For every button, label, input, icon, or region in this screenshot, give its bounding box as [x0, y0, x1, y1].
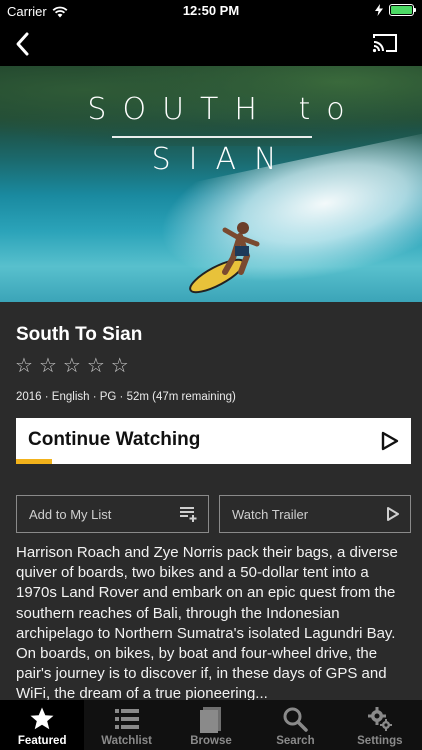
hero-title-line1: SOUTH to — [87, 92, 361, 127]
cast-button[interactable] — [372, 32, 398, 54]
add-to-list-label: Add to My List — [29, 507, 112, 522]
star-icon[interactable]: ☆ — [87, 356, 105, 376]
playback-progress — [16, 459, 411, 464]
tab-settings[interactable]: Settings — [338, 700, 422, 750]
charging-icon — [375, 4, 383, 16]
add-to-list-icon — [180, 507, 197, 522]
chevron-left-icon — [16, 32, 29, 56]
continue-watching-label: Continue Watching — [28, 429, 201, 450]
movie-description: Harrison Roach and Zye Norris pack their… — [16, 544, 398, 700]
hero-artwork: SOUTH to SIAN — [0, 66, 422, 302]
movie-details: South To Sian ☆ ☆ ☆ ☆ ☆ 2016 · English ·… — [0, 302, 422, 700]
tab-label: Search — [276, 735, 315, 747]
tab-bar: Featured Watchlist Browse Search Setting… — [0, 700, 422, 750]
gear-icon — [367, 707, 392, 731]
status-time: 12:50 PM — [182, 3, 240, 18]
star-rating[interactable]: ☆ ☆ ☆ ☆ ☆ — [15, 356, 129, 376]
search-icon — [283, 707, 309, 732]
play-icon — [387, 507, 399, 521]
continue-watching-button[interactable]: Continue Watching — [16, 418, 411, 464]
cast-icon — [372, 34, 397, 53]
list-icon — [114, 709, 139, 729]
star-icon[interactable]: ☆ — [111, 356, 129, 376]
star-icon — [30, 707, 54, 730]
tab-browse[interactable]: Browse — [169, 700, 253, 750]
status-right — [375, 4, 416, 16]
browse-icon — [200, 707, 222, 733]
tab-label: Settings — [357, 735, 403, 747]
movie-title: South To Sian — [16, 324, 143, 345]
tab-label: Browse — [190, 735, 232, 747]
tab-watchlist[interactable]: Watchlist — [84, 700, 168, 750]
back-button[interactable] — [10, 30, 38, 58]
star-icon[interactable]: ☆ — [39, 356, 57, 376]
add-to-list-button[interactable]: Add to My List — [16, 495, 209, 533]
tab-search[interactable]: Search — [253, 700, 337, 750]
star-icon[interactable]: ☆ — [15, 356, 33, 376]
watch-trailer-button[interactable]: Watch Trailer — [219, 495, 411, 533]
star-icon[interactable]: ☆ — [63, 356, 81, 376]
play-icon — [381, 431, 399, 451]
tab-label: Watchlist — [101, 735, 152, 747]
watch-trailer-label: Watch Trailer — [232, 507, 309, 522]
hero-title-line2: SIAN — [151, 142, 295, 177]
playback-progress-fill — [16, 459, 52, 464]
movie-meta: 2016 · English · PG · 52m (47m remaining… — [16, 391, 236, 403]
navigation-bar — [0, 22, 422, 66]
status-bar: Carrier 12:50 PM — [0, 0, 422, 22]
tab-featured[interactable]: Featured — [0, 700, 85, 750]
surfer-illustration — [189, 222, 260, 294]
battery-icon — [389, 4, 416, 16]
hero-title-rule — [112, 136, 312, 138]
tab-label: Featured — [17, 735, 67, 747]
